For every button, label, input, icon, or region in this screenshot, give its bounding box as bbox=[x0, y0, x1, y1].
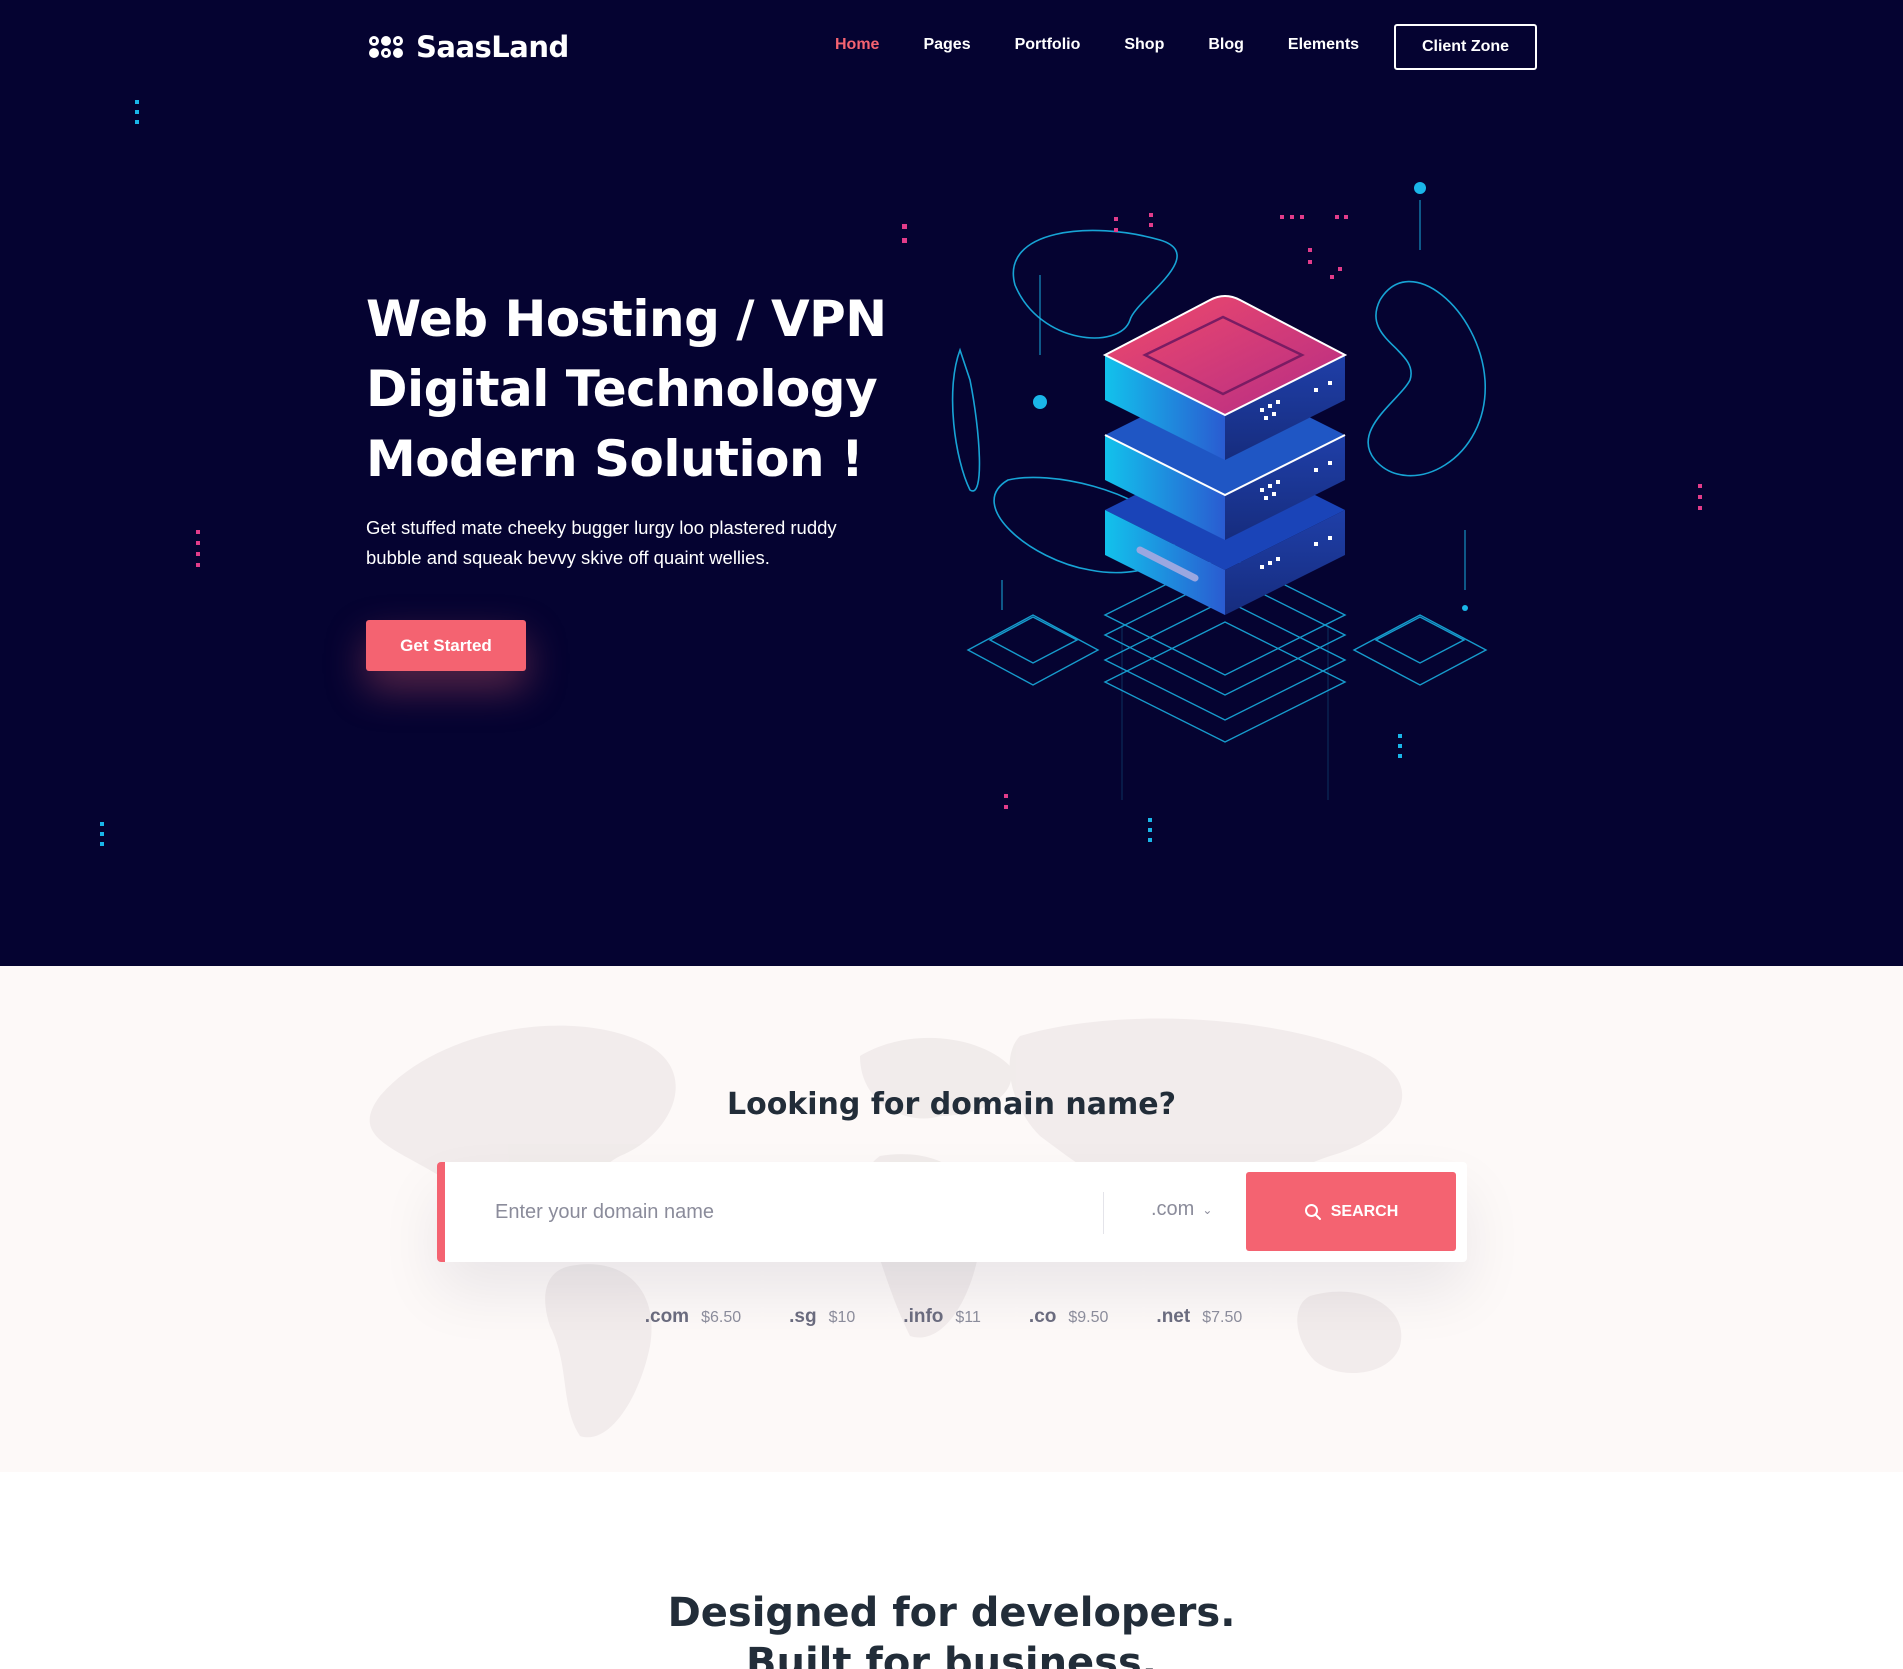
hero-description-line: bubble and squeak bevvy skive off quaint… bbox=[366, 547, 770, 568]
tld-select-value: .com bbox=[1151, 1198, 1195, 1220]
price-tld: .info bbox=[903, 1306, 944, 1327]
domain-search-button[interactable]: SEARCH bbox=[1246, 1172, 1456, 1251]
tld-select[interactable]: .com ⌄ bbox=[1151, 1198, 1212, 1221]
nav-item-blog[interactable]: Blog bbox=[1208, 36, 1244, 54]
price-tld: .sg bbox=[789, 1306, 817, 1327]
price-item-net: .net $7.50 bbox=[1156, 1306, 1242, 1328]
price-item-com: .com $6.50 bbox=[645, 1306, 741, 1328]
hero-title-line: Web Hosting / VPN bbox=[366, 290, 887, 348]
domain-search-title: Looking for domain name? bbox=[726, 1087, 1177, 1122]
saasland-logo-icon bbox=[369, 36, 403, 58]
price-item-info: .info $11 bbox=[903, 1306, 981, 1328]
domain-search-input[interactable] bbox=[495, 1190, 1055, 1234]
navbar: SaasLand Home Pages Portfolio Shop Blog … bbox=[0, 0, 1903, 94]
main-nav: Home Pages Portfolio Shop Blog Elements bbox=[835, 36, 1403, 54]
get-started-button[interactable]: Get Started bbox=[366, 620, 526, 671]
nav-item-home[interactable]: Home bbox=[835, 36, 879, 54]
price-tld: .net bbox=[1156, 1306, 1191, 1327]
domain-search-form: .com ⌄ SEARCH bbox=[437, 1162, 1467, 1262]
client-zone-button[interactable]: Client Zone bbox=[1394, 24, 1537, 70]
price-value: $11 bbox=[955, 1309, 981, 1326]
price-value: $7.50 bbox=[1202, 1309, 1243, 1326]
domain-price-list: .com $6.50 .sg $10 .info $11 .co $9.50 .… bbox=[0, 1306, 1895, 1328]
price-tld: .co bbox=[1028, 1306, 1057, 1327]
price-value: $10 bbox=[828, 1309, 856, 1326]
domain-search-section: Looking for domain name? .com ⌄ SEARCH .… bbox=[0, 966, 1903, 1472]
price-item-sg: .sg $10 bbox=[789, 1306, 855, 1328]
price-value: $9.50 bbox=[1068, 1309, 1109, 1326]
server-illustration bbox=[951, 182, 1488, 800]
domain-search-button-label: SEARCH bbox=[1330, 1202, 1399, 1220]
price-value: $6.50 bbox=[701, 1309, 742, 1326]
chevron-down-icon: ⌄ bbox=[1202, 1202, 1213, 1217]
price-tld: .com bbox=[644, 1306, 690, 1327]
hero-title-line: Modern Solution ! bbox=[366, 430, 864, 488]
nav-item-portfolio[interactable]: Portfolio bbox=[1015, 36, 1081, 54]
developers-title-line: Designed for developers. bbox=[667, 1590, 1236, 1636]
developers-title-line: Built for business. bbox=[745, 1640, 1157, 1669]
hero-section: SaasLand Home Pages Portfolio Shop Blog … bbox=[0, 0, 1903, 966]
hero-description: Get stuffed mate cheeky bugger lurgy loo… bbox=[366, 513, 906, 573]
nav-item-shop[interactable]: Shop bbox=[1124, 36, 1164, 54]
developers-title: Designed for developers. Built for busin… bbox=[0, 1588, 1903, 1669]
nav-item-elements[interactable]: Elements bbox=[1288, 36, 1359, 54]
hero-description-line: Get stuffed mate cheeky bugger lurgy loo… bbox=[366, 517, 837, 538]
hero-title-line: Digital Technology bbox=[366, 360, 878, 418]
nav-item-pages[interactable]: Pages bbox=[923, 36, 970, 54]
divider bbox=[1103, 1192, 1104, 1234]
hero-title: Web Hosting / VPN Digital Technology Mod… bbox=[366, 284, 926, 494]
brand-name: SaasLand bbox=[416, 30, 569, 64]
search-icon bbox=[1304, 1203, 1321, 1220]
price-item-co: .co $9.50 bbox=[1029, 1306, 1109, 1328]
brand-logo[interactable]: SaasLand bbox=[366, 30, 569, 64]
